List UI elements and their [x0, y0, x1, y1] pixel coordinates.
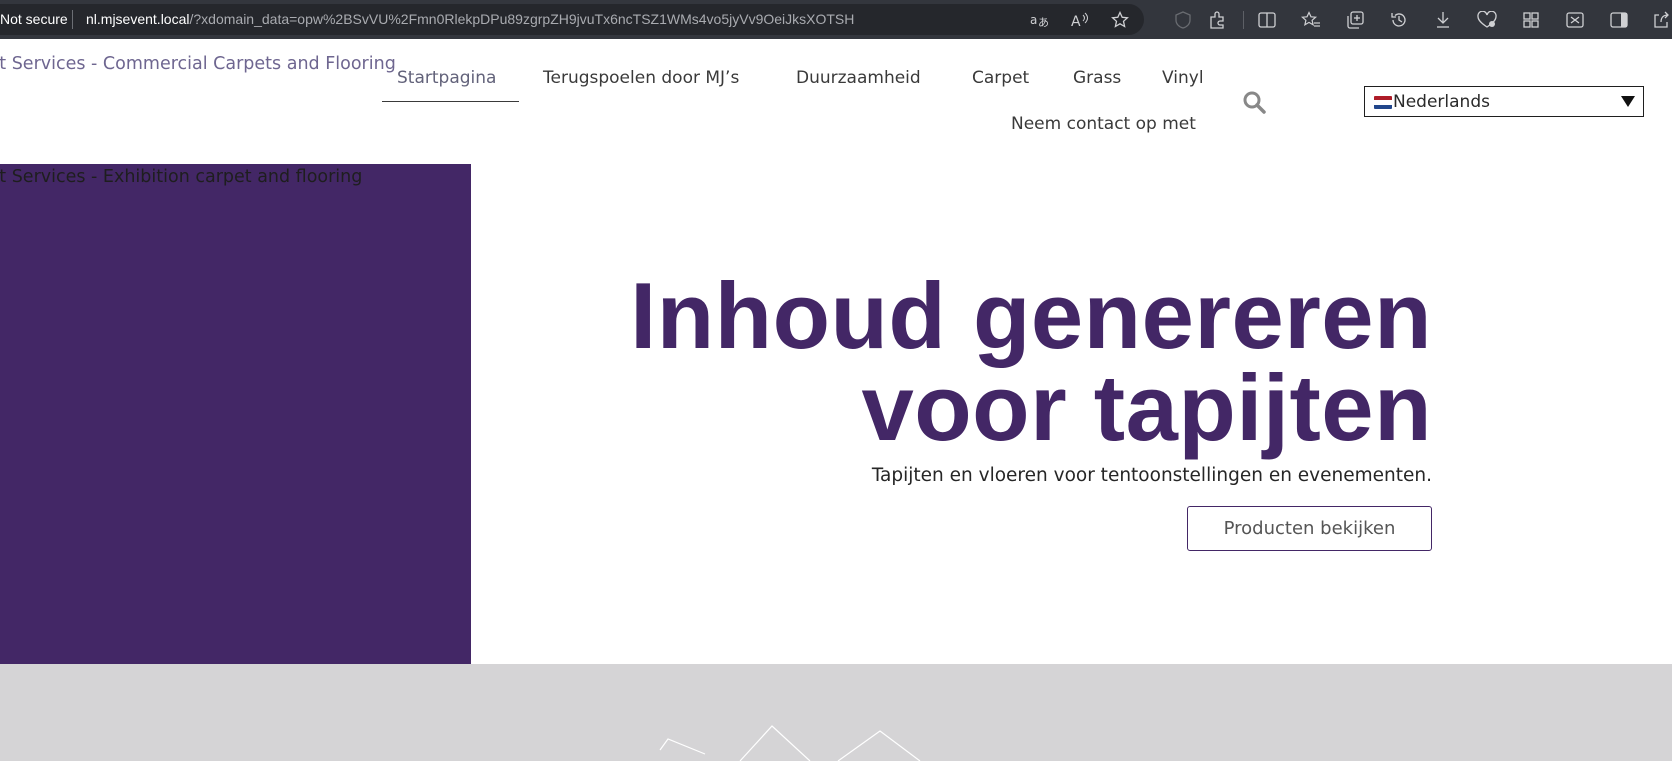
split-screen-icon[interactable] — [1256, 9, 1278, 31]
tracking-shield-icon[interactable] — [1172, 9, 1194, 31]
hero-subtitle: Tapijten en vloeren voor tentoonstelling… — [871, 465, 1432, 486]
nav-item-carpet[interactable]: Carpet — [972, 68, 1029, 88]
security-indicator[interactable]: Not secure — [0, 11, 68, 27]
hero-image-placeholder — [0, 164, 471, 664]
favorites-icon[interactable] — [1300, 9, 1322, 31]
extensions-icon[interactable] — [1206, 9, 1228, 31]
downloads-icon[interactable] — [1432, 9, 1454, 31]
svg-text:あ: あ — [1038, 16, 1048, 28]
hero-image-alt-text: Event Services - Exhibition carpet and f… — [0, 167, 363, 187]
svg-text:a: a — [1030, 13, 1037, 27]
sidebar-icon[interactable] — [1608, 9, 1630, 31]
nav-active-underline — [382, 101, 519, 102]
view-products-button[interactable]: Producten bekijken — [1187, 506, 1432, 551]
search-icon[interactable] — [1242, 90, 1266, 114]
nav-item-contact[interactable]: Neem contact op met — [1011, 114, 1196, 134]
language-select[interactable]: Nederlands — [1364, 86, 1644, 117]
hero-heading: Inhoud genereren voor tapijten — [432, 269, 1432, 455]
favorite-star-icon[interactable] — [1109, 9, 1131, 31]
nav-item-duurzaamheid[interactable]: Duurzaamheid — [796, 68, 921, 88]
screenshot-icon[interactable] — [1564, 9, 1586, 31]
collections-icon[interactable] — [1344, 9, 1366, 31]
nav-item-startpagina[interactable]: Startpagina — [397, 68, 496, 88]
language-selected-label: Nederlands — [1393, 92, 1490, 112]
address-divider — [72, 10, 73, 29]
translate-icon[interactable]: aあ — [1028, 9, 1050, 31]
share-icon[interactable] — [1650, 9, 1672, 31]
performance-icon[interactable] — [1476, 9, 1498, 31]
apps-icon[interactable] — [1520, 9, 1542, 31]
nav-item-grass[interactable]: Grass — [1073, 68, 1121, 88]
nav-item-terugspoelen[interactable]: Terugspoelen door MJ’s — [543, 68, 739, 88]
dropdown-caret-icon — [1621, 96, 1635, 107]
nav-item-vinyl[interactable]: Vinyl — [1162, 68, 1204, 88]
svg-text:A: A — [1071, 14, 1081, 28]
netherlands-flag-icon — [1374, 96, 1392, 109]
site-title[interactable]: Event Services - Commercial Carpets and … — [0, 54, 396, 74]
url-host: nl.mjsevent.local — [86, 11, 190, 27]
lower-section-band — [0, 664, 1672, 761]
url-path: /?xdomain_data=opw%2BSvVU%2Fmn0RlekpDPu8… — [189, 11, 855, 27]
hero-heading-line-2: voor tapijten — [861, 355, 1432, 460]
hero-heading-line-1: Inhoud genereren — [630, 263, 1432, 368]
read-aloud-icon[interactable]: A — [1069, 9, 1091, 31]
toolbar-divider — [1243, 11, 1244, 29]
browser-toolbar: Not secure nl.mjsevent.local/?xdomain_da… — [0, 0, 1672, 39]
history-icon[interactable] — [1388, 9, 1410, 31]
decorative-line-pattern — [659, 725, 921, 761]
url-text[interactable]: nl.mjsevent.local/?xdomain_data=opw%2BSv… — [86, 11, 854, 27]
